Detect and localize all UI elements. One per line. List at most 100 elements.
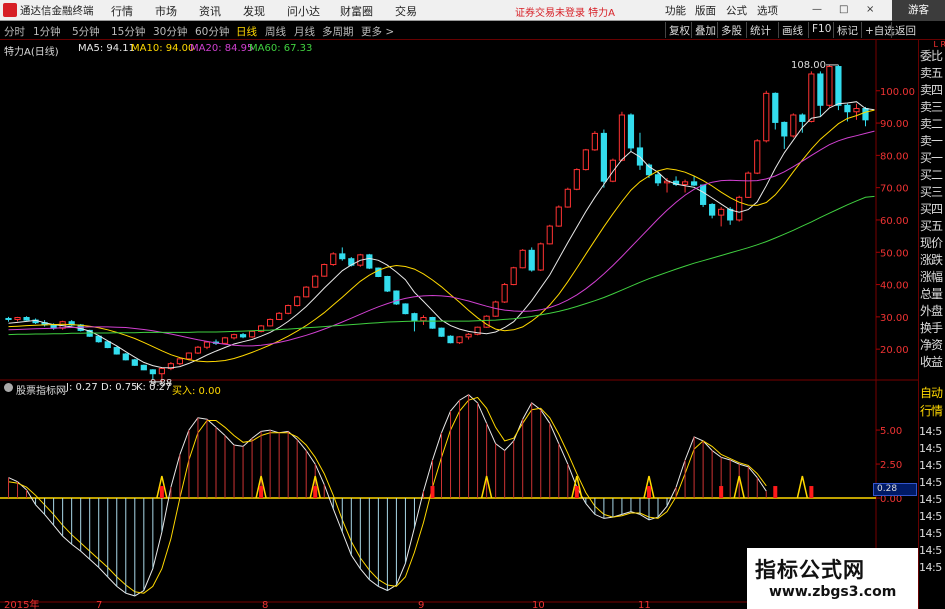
candle-body-65 — [591, 132, 598, 151]
candle-body-69 — [627, 114, 635, 149]
candle-body-47 — [429, 317, 436, 329]
candle-body-85 — [772, 92, 779, 123]
watermark: 指标公式网 www.zbgs3.com — [747, 548, 918, 609]
right-menu-1[interactable]: 版面 — [695, 3, 716, 18]
candle-body-44 — [402, 303, 409, 315]
time-row-6: 14:5 — [919, 527, 942, 540]
high-price-label: 108.00 — [791, 60, 826, 71]
period-tab-4[interactable]: 30分钟 — [153, 24, 187, 39]
candle-body-83 — [754, 140, 761, 174]
period-tab-5[interactable]: 60分钟 — [195, 24, 229, 39]
candle-body-77 — [700, 184, 707, 205]
indicator-gear-icon[interactable] — [4, 383, 13, 392]
auto-quote-label-1[interactable]: 行情 — [920, 403, 945, 419]
time-row-0: 14:5 — [919, 425, 942, 438]
candle-body-68 — [618, 114, 626, 161]
menu-bar: 通达信金融终端 证券交易未登录 特力A — □ × 游客 行情 市场 资讯 发现 问小达… — [0, 0, 945, 21]
time-row-2: 14:5 — [919, 459, 942, 472]
candle-body-48 — [438, 327, 445, 337]
candle-body-46 — [420, 317, 427, 322]
menu-0[interactable]: 行情 — [111, 3, 133, 19]
watermark-url: www.zbgs3.com — [769, 584, 897, 600]
candle-body-56 — [510, 267, 517, 286]
period-tab-2[interactable]: 5分钟 — [72, 24, 100, 39]
candle-body-79 — [718, 208, 725, 216]
menu-4[interactable]: 问小达 — [287, 3, 320, 19]
indicator-title[interactable]: 股票指标网 — [16, 382, 66, 397]
candle-body-37 — [339, 253, 346, 260]
sell-marker-0 — [159, 486, 164, 499]
period-tab-8[interactable]: 月线 — [294, 24, 315, 39]
minimize-icon[interactable]: — — [812, 4, 822, 15]
period-tab-9[interactable]: 多周期 — [322, 24, 354, 39]
toolbar-button-6[interactable]: 标记 — [833, 22, 861, 38]
time-row-4: 14:5 — [919, 493, 942, 506]
quote-label-7: 买二 — [920, 168, 943, 182]
toolbar-button-0[interactable]: 复权 — [665, 22, 693, 38]
candle-body-49 — [447, 335, 454, 344]
period-tab-3[interactable]: 15分钟 — [111, 24, 145, 39]
sell-marker-7 — [773, 486, 778, 499]
maximize-icon[interactable]: □ — [839, 4, 848, 15]
close-icon[interactable]: × — [866, 4, 874, 15]
indicator-value-1: D: 0.75 — [101, 382, 138, 393]
candle-body-55 — [501, 284, 508, 303]
menu-5[interactable]: 财富圈 — [340, 3, 373, 19]
candle-body-87 — [790, 114, 797, 137]
right-menu-0[interactable]: 功能 — [665, 3, 686, 18]
price-tick-4: 60.00 — [880, 216, 909, 227]
menu-3[interactable]: 发现 — [243, 3, 265, 19]
quote-label-8: 买三 — [920, 185, 943, 199]
sell-marker-1 — [259, 486, 264, 499]
toolbar-button-8[interactable]: 返回 — [891, 22, 919, 38]
toolbar-button-3[interactable]: 统计 — [746, 22, 774, 38]
quote-side-panel: L R 委比 卖五 卖四 卖三 卖二 卖一 买一 买二 买三 买四 买五 现价 涨跌 涨幅 总量 外盘 换手 净资… — [918, 40, 945, 609]
toolbar-button-5[interactable]: F10 — [808, 22, 834, 38]
menu-2[interactable]: 资讯 — [199, 3, 221, 19]
price-tick-6: 40.00 — [880, 281, 909, 292]
right-menu-3[interactable]: 选项 — [757, 3, 778, 18]
candle-body-36 — [330, 253, 337, 266]
toolbar-button-2[interactable]: 多股 — [717, 22, 745, 38]
toolbar-button-1[interactable]: 叠加 — [691, 22, 719, 38]
menu-1[interactable]: 市场 — [155, 3, 177, 19]
sell-marker-3 — [430, 486, 435, 499]
quote-label-5: 卖一 — [920, 134, 943, 148]
candle-body-32 — [294, 296, 301, 307]
buy-marker-7 — [796, 475, 809, 499]
quote-label-4: 卖二 — [920, 117, 943, 131]
quote-label-11: 现价 — [920, 236, 943, 250]
candle-body-43 — [393, 290, 400, 305]
candle-body-60 — [546, 225, 553, 245]
candle-body-82 — [745, 172, 752, 198]
period-tab-7[interactable]: 周线 — [265, 24, 286, 39]
toolbar-button-4[interactable]: 画线 — [778, 22, 806, 38]
guest-button[interactable]: 游客 — [892, 0, 945, 21]
period-tab-0[interactable]: 分时 — [4, 24, 25, 39]
app-title: 通达信金融终端 — [20, 5, 94, 17]
trade-login-notice[interactable]: 证券交易未登录 特力A — [515, 4, 615, 19]
quote-label-9: 买四 — [920, 202, 943, 216]
quote-label-0: 委比 — [920, 49, 943, 63]
auto-quote-label-0[interactable]: 自动 — [920, 385, 945, 401]
candle-body-17 — [158, 368, 165, 375]
sell-marker-6 — [719, 486, 724, 499]
period-tab-10[interactable]: 更多 > — [361, 24, 394, 39]
candle-body-29 — [267, 318, 274, 327]
period-toolbar: 分时 1分钟 5分钟 15分钟 30分钟 60分钟 日线 周线 月线 多周期 更多 > 复权 叠加 多股统… — [0, 21, 945, 40]
period-tab-6[interactable]: 日线 — [236, 24, 257, 39]
period-tab-1[interactable]: 1分钟 — [33, 24, 61, 39]
chart-area[interactable]: 100.00 90.00 80.00 70.00 60.00 50.00 40.00 30.0… — [0, 40, 918, 609]
time-row-1: 14:5 — [919, 442, 942, 455]
candle-body-19 — [176, 358, 184, 365]
right-menu-2[interactable]: 公式 — [726, 3, 747, 18]
candle-body-31 — [285, 305, 292, 314]
menu-6[interactable]: 交易 — [395, 3, 417, 19]
quote-label-17: 净资 — [920, 338, 943, 352]
sell-marker-2 — [313, 486, 318, 499]
series-ma10-line — [8, 109, 875, 363]
candle-body-51 — [465, 333, 472, 338]
price-tick-8: 20.00 — [880, 345, 909, 356]
candle-body-11 — [104, 341, 111, 349]
candle-body-64 — [582, 149, 589, 171]
